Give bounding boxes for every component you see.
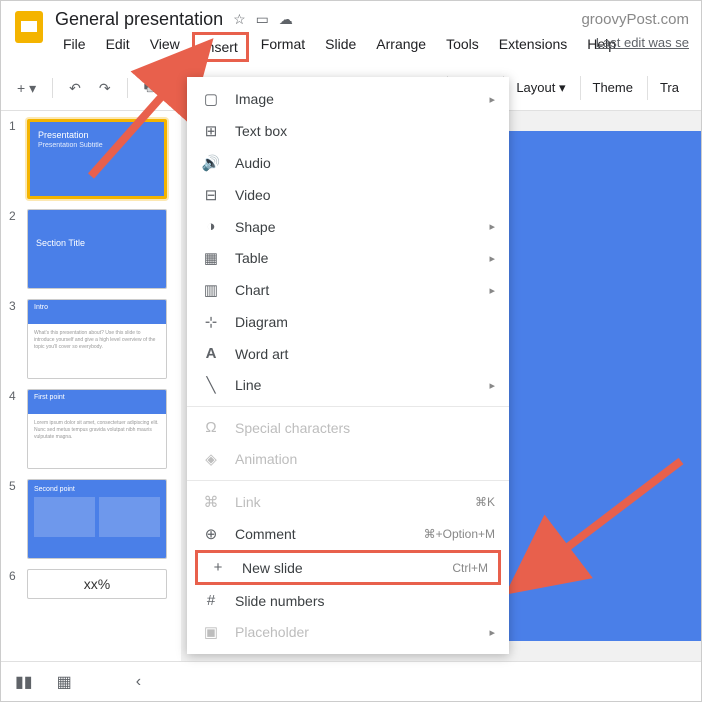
star-icon[interactable]: ☆ [233, 11, 246, 28]
watermark: groovyPost.com [581, 11, 689, 28]
wordart-icon: A [201, 345, 221, 362]
new-slide-btn[interactable]: + ▾ [11, 76, 42, 101]
thumb-2[interactable]: Section Title [27, 209, 167, 289]
menu-special: ΩSpecial characters [187, 412, 509, 443]
menu-line[interactable]: ╲Line▸ [187, 369, 509, 401]
redo-btn[interactable]: ↷ [93, 76, 117, 101]
filmstrip-icon[interactable]: ▮▮ [15, 672, 33, 692]
menu-tools[interactable]: Tools [438, 32, 487, 62]
menu-audio[interactable]: 🔊Audio [187, 147, 509, 179]
menu-extensions[interactable]: Extensions [491, 32, 575, 62]
thumb-4[interactable]: First pointLorem ipsum dolor sit amet, c… [27, 389, 167, 469]
thumb-6[interactable]: xx% [27, 569, 167, 599]
menu-slidenums[interactable]: #Slide numbers [187, 585, 509, 616]
menu-edit[interactable]: Edit [98, 32, 138, 62]
menu-animation: ◈Animation [187, 443, 509, 475]
menu-textbox[interactable]: ⊞Text box [187, 115, 509, 147]
thumb-1[interactable]: PresentationPresentation Subtitle [27, 119, 167, 199]
collapse-icon[interactable]: ‹ [136, 673, 141, 691]
shape-icon: ◑ [201, 218, 221, 235]
doc-title[interactable]: General presentation [55, 9, 223, 30]
bottom-bar: ▮▮ ▦ ‹ [1, 661, 701, 701]
menu-table[interactable]: ▦Table▸ [187, 242, 509, 274]
thumbnail-panel: 1PresentationPresentation Subtitle 2Sect… [1, 111, 181, 671]
menu-placeholder: ▣Placeholder▸ [187, 616, 509, 648]
menu-video[interactable]: ⊟Video [187, 179, 509, 211]
layout-btn[interactable]: Layout ▾ [503, 76, 577, 100]
menu-shape[interactable]: ◑Shape▸ [187, 211, 509, 242]
menu-slide[interactable]: Slide [317, 32, 364, 62]
placeholder-icon: ▣ [201, 623, 221, 641]
menu-file[interactable]: File [55, 32, 94, 62]
comment-icon: ⊕ [201, 525, 221, 543]
animation-icon: ◈ [201, 450, 221, 468]
transition-btn[interactable]: Tra [647, 76, 691, 100]
table-icon: ▦ [201, 249, 221, 267]
menu-diagram[interactable]: ⊹Diagram [187, 306, 509, 338]
plus-icon: + [208, 559, 228, 576]
menu-image[interactable]: ▢Image▸ [187, 83, 509, 115]
cloud-icon[interactable]: ☁ [279, 11, 293, 28]
last-edit-link[interactable]: Last edit was se [596, 35, 689, 50]
menu-format[interactable]: Format [253, 32, 313, 62]
thumb-3[interactable]: IntroWhat's this presentation about? Use… [27, 299, 167, 379]
line-icon: ╲ [201, 376, 221, 394]
menu-chart[interactable]: ▥Chart▸ [187, 274, 509, 306]
menu-comment[interactable]: ⊕Comment⌘+Option+M [187, 518, 509, 550]
image-icon: ▢ [201, 90, 221, 108]
menu-newslide[interactable]: +New slideCtrl+M [195, 550, 501, 585]
chart-icon: ▥ [201, 281, 221, 299]
special-icon: Ω [201, 419, 221, 436]
textbox-icon: ⊞ [201, 122, 221, 140]
thumb-5[interactable]: Second point [27, 479, 167, 559]
undo-btn[interactable]: ↶ [63, 76, 87, 101]
menu-view[interactable]: View [142, 32, 188, 62]
menu-link: ⌘Link⌘K [187, 486, 509, 518]
audio-icon: 🔊 [201, 154, 221, 172]
menu-wordart[interactable]: AWord art [187, 338, 509, 369]
move-icon[interactable]: ▭ [256, 11, 269, 28]
menu-arrange[interactable]: Arrange [368, 32, 434, 62]
slides-logo[interactable] [11, 9, 47, 45]
hash-icon: # [201, 592, 221, 609]
video-icon: ⊟ [201, 186, 221, 204]
grid-icon[interactable]: ▦ [57, 672, 72, 692]
insert-dropdown: ▢Image▸ ⊞Text box 🔊Audio ⊟Video ◑Shape▸ … [187, 77, 509, 654]
menu-insert[interactable]: Insert [192, 32, 249, 62]
print-btn[interactable]: 🖶 [138, 72, 163, 104]
diagram-icon: ⊹ [201, 313, 221, 331]
menubar: File Edit View Insert Format Slide Arran… [55, 32, 624, 62]
theme-btn[interactable]: Theme [580, 76, 645, 100]
link-icon: ⌘ [201, 493, 221, 511]
